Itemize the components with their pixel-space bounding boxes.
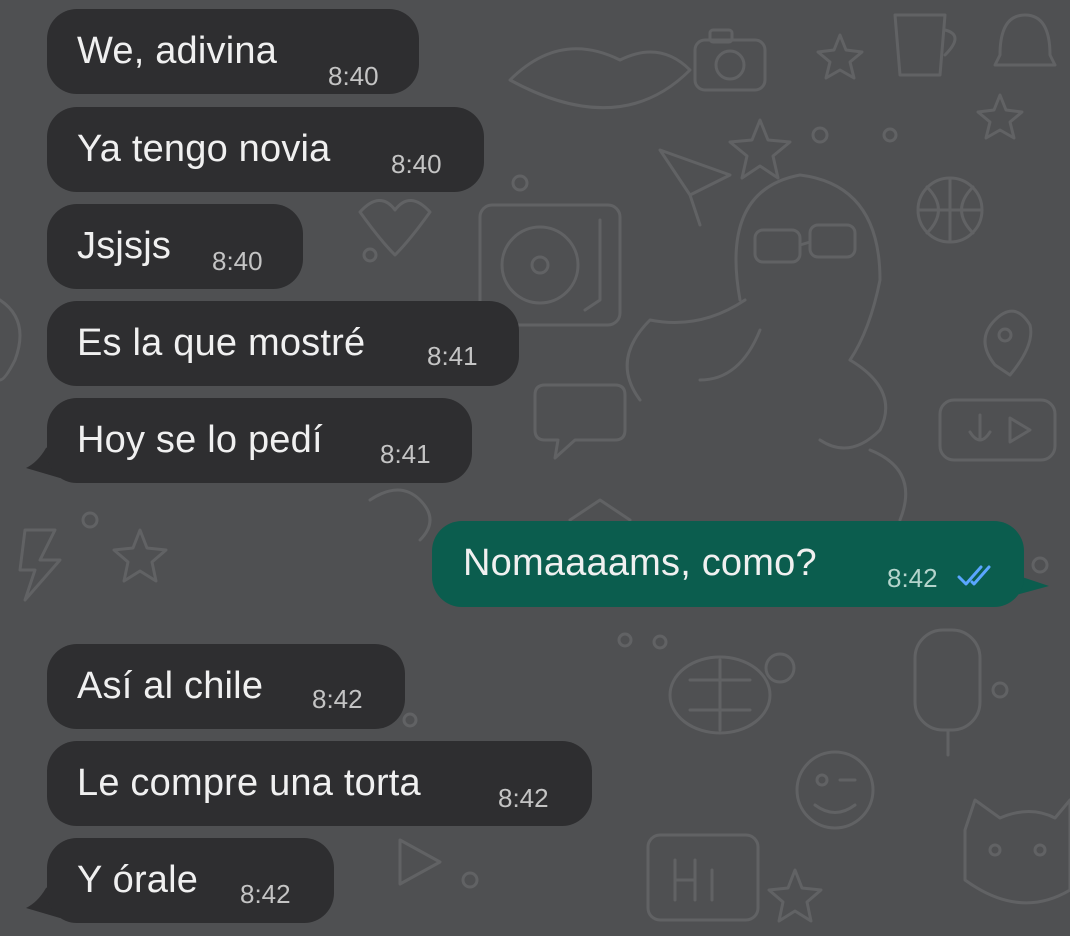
message-time: 8:41	[380, 439, 431, 469]
message-time: 8:40	[328, 61, 379, 91]
message-time: 8:41	[427, 341, 478, 371]
double-check-icon	[957, 565, 991, 586]
message-bubble-incoming[interactable]: Le compre una torta 8:42	[47, 741, 592, 826]
message-bubble-incoming[interactable]: Ya tengo novia 8:40	[47, 107, 484, 192]
message-text: Jsjsjs	[77, 225, 172, 267]
message-bubble-incoming[interactable]: Jsjsjs 8:40	[47, 204, 303, 289]
message-time: 8:42	[312, 684, 363, 714]
message-text: Le compre una torta	[77, 762, 421, 804]
message-time: 8:42	[498, 783, 549, 813]
message-bubble-outgoing[interactable]: Nomaaaams, como? 8:42	[432, 521, 1024, 607]
message-time: 8:42	[887, 563, 938, 593]
message-bubble-incoming[interactable]: Y órale 8:42	[47, 838, 334, 923]
message-time: 8:40	[212, 246, 263, 276]
chat-thread: We, adivina 8:40 Ya tengo novia 8:40 Jsj…	[0, 0, 1070, 936]
message-bubble-incoming[interactable]: Así al chile 8:42	[47, 644, 405, 729]
message-bubble-incoming[interactable]: Hoy se lo pedí 8:41	[47, 398, 472, 483]
message-text: We, adivina	[77, 30, 278, 72]
message-text: Ya tengo novia	[77, 128, 331, 170]
message-time: 8:40	[391, 149, 442, 179]
message-text: Y órale	[77, 859, 199, 901]
message-time: 8:42	[240, 879, 291, 909]
message-text: Es la que mostré	[77, 322, 366, 364]
message-text: Así al chile	[77, 665, 264, 707]
message-bubble-incoming[interactable]: We, adivina 8:40	[47, 9, 419, 94]
message-text: Nomaaaams, como?	[463, 542, 817, 584]
message-bubble-incoming[interactable]: Es la que mostré 8:41	[47, 301, 519, 386]
message-text: Hoy se lo pedí	[77, 419, 323, 461]
